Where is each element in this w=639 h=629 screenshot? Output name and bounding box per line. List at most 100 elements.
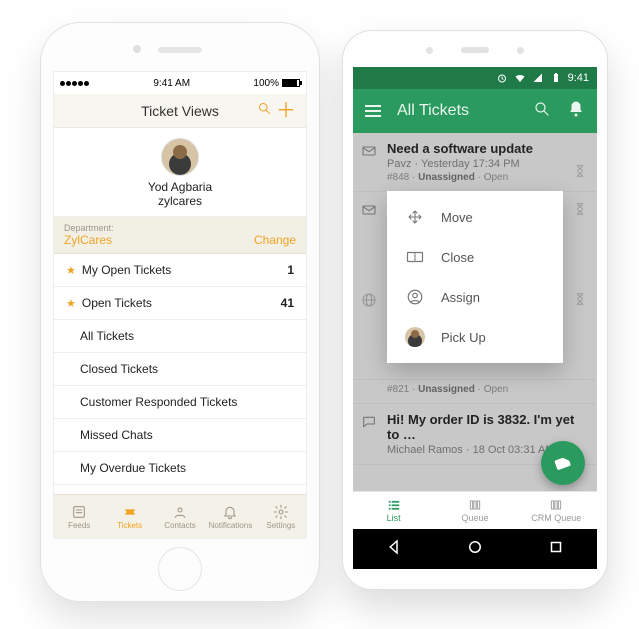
android-bottom-tabs: List Queue CRM Queue bbox=[353, 491, 597, 529]
avatar-icon bbox=[405, 327, 425, 347]
iphone-home-button[interactable] bbox=[158, 547, 202, 591]
view-label: All Tickets bbox=[80, 329, 134, 343]
ticket-views-list: ★ My Open Tickets 1 ★ Open Tickets 41 All … bbox=[54, 254, 306, 518]
ios-nav-bar: Ticket Views ＋ bbox=[54, 94, 306, 128]
star-icon: ★ bbox=[66, 264, 76, 277]
view-row-closed[interactable]: Closed Tickets bbox=[54, 353, 306, 386]
nav-recents-button[interactable] bbox=[547, 538, 565, 561]
view-row-all[interactable]: All Tickets bbox=[54, 320, 306, 353]
tab-label: Contacts bbox=[164, 521, 196, 530]
hamburger-icon[interactable] bbox=[365, 102, 381, 120]
queue-icon bbox=[548, 498, 564, 512]
view-count: 1 bbox=[287, 263, 294, 277]
battery-icon bbox=[282, 79, 300, 87]
tab-settings[interactable]: Settings bbox=[256, 495, 306, 538]
ios-status-bar: 9:41 AM 100% bbox=[54, 72, 306, 94]
iphone-camera-dot bbox=[133, 45, 141, 53]
tab-list[interactable]: List bbox=[353, 492, 434, 529]
department-bar: Department: ZylCares Change bbox=[54, 217, 306, 254]
iphone-screen: 9:41 AM 100% Ticket Views ＋ Yod Agbaria … bbox=[53, 71, 307, 539]
profile-name: Yod Agbaria bbox=[54, 180, 306, 194]
view-row-my-overdue[interactable]: My Overdue Tickets bbox=[54, 452, 306, 485]
contacts-icon bbox=[172, 504, 188, 520]
iphone-speaker bbox=[158, 47, 202, 53]
tab-queue[interactable]: Queue bbox=[434, 492, 515, 529]
signal-dots-icon bbox=[60, 78, 90, 89]
alarm-icon bbox=[496, 72, 508, 84]
page-title: Ticket Views bbox=[141, 103, 219, 119]
tab-label: Settings bbox=[266, 521, 295, 530]
avatar[interactable] bbox=[161, 138, 199, 176]
view-label: Closed Tickets bbox=[80, 362, 158, 376]
bell-icon bbox=[222, 504, 238, 520]
menu-label: Move bbox=[441, 210, 473, 225]
app-bar-title: All Tickets bbox=[397, 102, 517, 120]
department-value: ZylCares bbox=[64, 233, 114, 247]
fab-new-ticket[interactable] bbox=[541, 441, 585, 485]
menu-item-close[interactable]: Close bbox=[387, 237, 563, 277]
tickets-icon bbox=[122, 504, 138, 520]
tab-tickets[interactable]: Tickets bbox=[104, 495, 154, 538]
status-time: 9:41 bbox=[568, 72, 589, 84]
bell-icon[interactable] bbox=[567, 100, 585, 123]
tab-feeds[interactable]: Feeds bbox=[54, 495, 104, 538]
ticket-list: Need a software update Pavz · Yesterday … bbox=[353, 133, 597, 491]
ticket-plus-icon bbox=[553, 453, 573, 473]
view-label: Open Tickets bbox=[82, 296, 152, 310]
view-row-customer-responded[interactable]: Customer Responded Tickets bbox=[54, 386, 306, 419]
menu-item-pickup[interactable]: Pick Up bbox=[387, 317, 563, 357]
add-icon[interactable]: ＋ bbox=[276, 101, 296, 121]
tab-label: Tickets bbox=[117, 521, 142, 530]
tab-label: Queue bbox=[461, 513, 488, 523]
move-icon bbox=[405, 209, 425, 225]
department-label: Department: bbox=[64, 223, 114, 233]
battery-icon bbox=[550, 72, 562, 84]
tab-label: Notifications bbox=[209, 521, 253, 530]
view-label: My Overdue Tickets bbox=[80, 461, 186, 475]
view-row-open[interactable]: ★ Open Tickets 41 bbox=[54, 287, 306, 320]
android-screen: 9:41 All Tickets Need a software update … bbox=[353, 67, 597, 569]
nav-home-button[interactable] bbox=[466, 538, 484, 561]
menu-label: Close bbox=[441, 250, 474, 265]
queue-icon bbox=[467, 498, 483, 512]
view-row-missed-chats[interactable]: Missed Chats bbox=[54, 419, 306, 452]
ios-tab-bar: Feeds Tickets Contacts Notifications Set… bbox=[54, 494, 306, 538]
nav-back-button[interactable] bbox=[385, 538, 403, 561]
change-department-link[interactable]: Change bbox=[254, 233, 296, 247]
search-icon[interactable] bbox=[257, 101, 272, 121]
search-icon[interactable] bbox=[533, 100, 551, 123]
view-label: My Open Tickets bbox=[82, 263, 171, 277]
tab-contacts[interactable]: Contacts bbox=[155, 495, 205, 538]
assign-icon bbox=[405, 288, 425, 306]
tab-label: Feeds bbox=[68, 521, 90, 530]
view-label: Missed Chats bbox=[80, 428, 153, 442]
list-icon bbox=[386, 498, 402, 512]
gear-icon bbox=[273, 504, 289, 520]
view-count: 41 bbox=[281, 296, 294, 310]
feeds-icon bbox=[71, 504, 87, 520]
context-menu: Move Close Assign Pick Up bbox=[387, 191, 563, 363]
view-row-my-open[interactable]: ★ My Open Tickets 1 bbox=[54, 254, 306, 287]
menu-label: Pick Up bbox=[441, 330, 486, 345]
android-status-bar: 9:41 bbox=[353, 67, 597, 89]
android-app-bar: All Tickets bbox=[353, 89, 597, 133]
star-icon: ★ bbox=[66, 297, 76, 310]
tab-notifications[interactable]: Notifications bbox=[205, 495, 255, 538]
menu-item-assign[interactable]: Assign bbox=[387, 277, 563, 317]
profile-card: Yod Agbaria zylcares bbox=[54, 128, 306, 217]
tab-label: CRM Queue bbox=[531, 513, 581, 523]
android-device: 9:41 All Tickets Need a software update … bbox=[342, 30, 608, 590]
profile-org: zylcares bbox=[54, 194, 306, 208]
view-label: Customer Responded Tickets bbox=[80, 395, 237, 409]
signal-icon bbox=[532, 72, 544, 84]
android-speaker bbox=[426, 47, 524, 54]
ticket-icon bbox=[405, 251, 425, 263]
wifi-icon bbox=[514, 72, 526, 84]
battery-percent: 100% bbox=[253, 78, 279, 89]
status-time: 9:41 AM bbox=[153, 78, 190, 89]
menu-label: Assign bbox=[441, 290, 480, 305]
android-nav-bar bbox=[353, 529, 597, 569]
menu-item-move[interactable]: Move bbox=[387, 197, 563, 237]
tab-crm-queue[interactable]: CRM Queue bbox=[516, 492, 597, 529]
iphone-device: 9:41 AM 100% Ticket Views ＋ Yod Agbaria … bbox=[40, 22, 320, 602]
